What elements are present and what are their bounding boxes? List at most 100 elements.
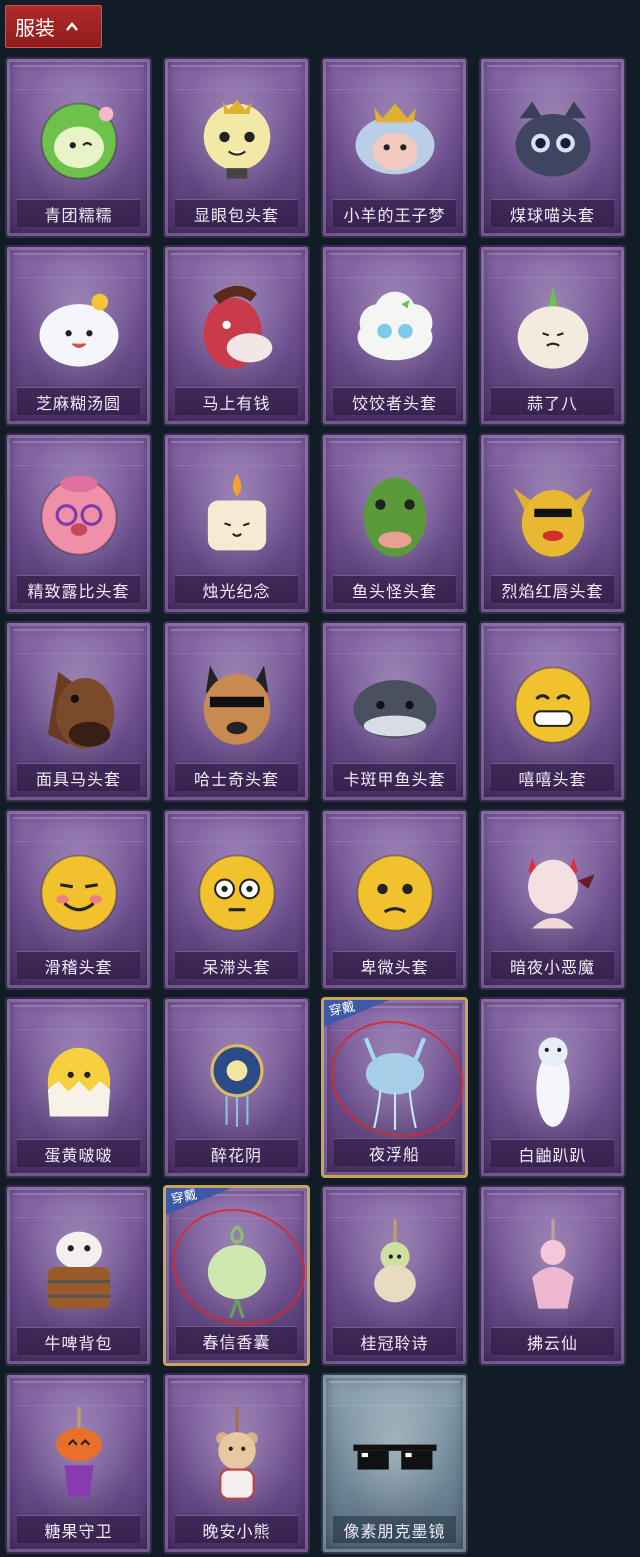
crowned-sheep-icon [354,103,435,175]
costume-card-label: 烛光纪念 [175,575,298,603]
costume-card-label: 醉花阴 [175,1139,298,1167]
white-ferret-icon [535,1037,570,1127]
costume-card[interactable]: 煤球喵头套 [479,57,626,238]
pixel-sunglasses-icon [352,1444,437,1470]
costume-art [7,1019,150,1139]
costume-card-label: 面具马头套 [17,763,140,791]
garlic-head-icon [517,285,588,369]
costume-art [7,1395,150,1515]
costume-card-label: 小羊的王子梦 [333,199,456,227]
costume-card[interactable]: 呆滞头套 [163,809,310,990]
red-horse-head-icon [203,285,272,369]
costume-art [165,267,308,387]
whale-head-icon [352,680,437,739]
costume-art [165,79,308,199]
costume-art [481,79,624,199]
costume-art [165,1395,308,1515]
costume-card[interactable]: 蛋黄啵啵 [5,997,152,1178]
costume-card-label: 夜浮船 [334,1138,455,1166]
egg-chick-icon [47,1047,110,1117]
costume-card[interactable]: 晚安小熊 [163,1373,310,1554]
costume-card[interactable]: 显眼包头套 [163,57,310,238]
costume-card[interactable]: 牛啤背包 [5,1185,152,1366]
costume-card[interactable]: 桂冠聆诗 [321,1185,468,1366]
costume-card[interactable]: 卡斑甲鱼头套 [321,621,468,802]
costume-card-label: 显眼包头套 [175,199,298,227]
black-cat-head-icon [515,101,590,177]
costume-grid: 青团糯糯 显眼包头套 小羊的王子梦 煤球喵头套芝麻糊汤圆 马上有钱 饺饺者头套 蒜了八精致露… [5,57,635,1554]
costume-art [166,1208,307,1328]
costume-card-label: 鱼头怪头套 [333,575,456,603]
costume-card-label: 哈士奇头套 [175,763,298,791]
costume-card-label: 拂云仙 [491,1327,614,1355]
costume-card[interactable]: 蒜了八 [479,245,626,426]
costume-tab[interactable]: 服装 [5,5,102,48]
costume-art [7,831,150,951]
costume-card[interactable]: 糖果守卫 [5,1373,152,1554]
costume-card[interactable]: 滑稽头套 [5,809,152,990]
costume-card-label: 糖果守卫 [17,1515,140,1543]
costume-card[interactable]: 面具马头套 [5,621,152,802]
costume-card-label: 芝麻糊汤圆 [17,387,140,415]
bear-charm-icon [215,1407,258,1500]
costume-card-label: 暗夜小恶魔 [491,951,614,979]
costume-card-label: 精致露比头套 [17,575,140,603]
pink-beaver-head-icon [40,475,117,556]
little-devil-icon [527,857,595,929]
lightbulb-head-icon [203,99,270,179]
costume-card-label: 蒜了八 [491,387,614,415]
costume-card[interactable]: 穿戴 夜浮船 [321,997,468,1178]
costume-card[interactable]: 哈士奇头套 [163,621,310,802]
costume-card-label: 滑稽头套 [17,951,140,979]
humble-emoji-icon [356,854,433,932]
husky-head-icon [203,665,270,745]
green-rice-ball-icon [40,102,117,180]
flower-ornament-icon [209,1044,264,1127]
costume-card-label: 嘻嘻头套 [491,763,614,791]
costume-art [7,267,150,387]
costume-card[interactable]: 嘻嘻头套 [479,621,626,802]
costume-art [481,1207,624,1327]
costume-card-label: 蛋黄啵啵 [17,1139,140,1167]
costume-card[interactable]: 穿戴 春信香囊 [163,1185,310,1366]
costume-card[interactable]: 烛光纪念 [163,433,310,614]
candle-head-icon [207,473,266,551]
costume-card-label: 煤球喵头套 [491,199,614,227]
costume-card[interactable]: 暗夜小恶魔 [479,809,626,990]
costume-card-label: 烈焰红唇头套 [491,575,614,603]
costume-card[interactable]: 马上有钱 [163,245,310,426]
costume-art [323,455,466,575]
equipped-badge: 穿戴 [166,1188,236,1216]
costume-card[interactable]: 青团糯糯 [5,57,152,238]
costume-art [7,643,150,763]
costume-card-label: 呆滞头套 [175,951,298,979]
cloud-dumpling-head-icon [357,291,432,361]
costume-card[interactable]: 像素朋克墨镜 [321,1373,468,1554]
costume-card-label: 卡斑甲鱼头套 [333,763,456,791]
pumpkin-charm-icon [55,1407,102,1497]
costume-card[interactable]: 卑微头套 [321,809,468,990]
costume-card[interactable]: 饺饺者头套 [321,245,468,426]
costume-art [323,267,466,387]
costume-art [7,79,150,199]
costume-art [165,831,308,951]
costume-card[interactable]: 烈焰红唇头套 [479,433,626,614]
costume-art [7,455,150,575]
costume-card[interactable]: 精致露比头套 [5,433,152,614]
costume-art [481,643,624,763]
costume-card[interactable]: 拂云仙 [479,1185,626,1366]
costume-art [323,79,466,199]
costume-card[interactable]: 白鼬趴趴 [479,997,626,1178]
dumpling-icon [38,293,119,367]
costume-card[interactable]: 醉花阴 [163,997,310,1178]
grin-emoji-icon [514,666,591,744]
costume-card-label: 卑微头套 [333,951,456,979]
costume-card[interactable]: 鱼头怪头套 [321,433,468,614]
costume-art [481,831,624,951]
costume-tab-label: 服装 [15,16,55,40]
costume-card[interactable]: 小羊的王子梦 [321,57,468,238]
jellyfish-icon [363,1037,426,1130]
costume-card[interactable]: 芝麻糊汤圆 [5,245,152,426]
costume-card-label: 白鼬趴趴 [491,1139,614,1167]
costume-art [165,455,308,575]
